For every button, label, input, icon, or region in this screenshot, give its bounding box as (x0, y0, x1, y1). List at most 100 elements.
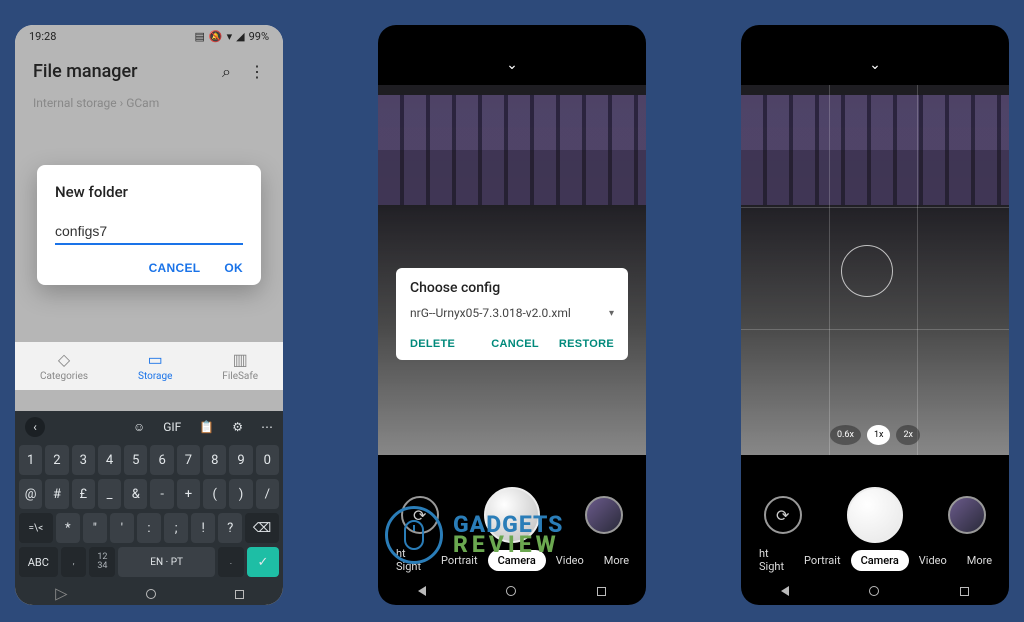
key-7[interactable]: 7 (177, 445, 200, 475)
config-dropdown[interactable]: nrG--Urnyx05-7.3.018-v2.0.xml ▾ (410, 302, 614, 330)
dialog-title: New folder (55, 183, 243, 201)
mode-nightsight[interactable]: ht Sight (749, 543, 794, 577)
key-:[interactable]: : (137, 513, 161, 543)
flip-camera-button[interactable]: ⟳ (764, 496, 802, 534)
keyboard-toolbar: ‹ ☺ GIF 📋 ⚙ ⋯ (15, 411, 283, 443)
chevron-down-icon[interactable]: ⌄ (869, 57, 881, 73)
zoom-wide[interactable]: 0.6x (830, 425, 861, 445)
key-9[interactable]: 9 (229, 445, 252, 475)
key-#[interactable]: # (45, 479, 68, 509)
search-icon[interactable]: ⌕ (222, 62, 231, 82)
key--[interactable]: - (150, 479, 173, 509)
breadcrumb-parent[interactable]: Internal storage (33, 96, 117, 110)
keyboard-row-4: ABC , 12 34 EN · PT . ✓ (15, 545, 283, 579)
key-enter[interactable]: ✓ (247, 547, 279, 577)
shutter-button[interactable] (847, 487, 903, 543)
mode-camera[interactable]: Camera (488, 550, 546, 571)
key-([interactable]: ( (203, 479, 226, 509)
key-5[interactable]: 5 (124, 445, 147, 475)
kb-more-icon[interactable]: ⋯ (261, 420, 273, 434)
key-£[interactable]: £ (72, 479, 95, 509)
restore-button[interactable]: RESTORE (559, 338, 614, 350)
mode-video[interactable]: Video (909, 550, 957, 571)
mode-camera[interactable]: Camera (851, 550, 909, 571)
key-@[interactable]: @ (19, 479, 42, 509)
android-navbar: ▽ (15, 583, 283, 605)
nav-recent-icon[interactable] (960, 587, 969, 596)
breadcrumb-current: GCam (126, 96, 159, 110)
key-space[interactable]: EN · PT (118, 547, 215, 577)
keyboard-row-3: =\< *"':;!? ⌫ (15, 511, 283, 545)
kb-clipboard-icon[interactable]: 📋 (199, 420, 214, 434)
key-)[interactable]: ) (229, 479, 252, 509)
config-dialog-title: Choose config (410, 280, 614, 296)
key-/[interactable]: / (256, 479, 279, 509)
mode-video[interactable]: Video (546, 550, 594, 571)
shutter-button[interactable] (484, 487, 540, 543)
more-icon[interactable]: ⋮ (249, 62, 265, 82)
soft-keyboard[interactable]: ‹ ☺ GIF 📋 ⚙ ⋯ 1234567890 @#£_&-+()/ =\< … (15, 411, 283, 583)
key-period[interactable]: . (218, 547, 244, 577)
key-comma[interactable]: , (61, 547, 87, 577)
nav-recent-icon[interactable] (235, 590, 244, 599)
key-6[interactable]: 6 (150, 445, 173, 475)
mode-nightsight[interactable]: ht Sight (386, 543, 431, 577)
kb-collapse-icon[interactable]: ‹ (25, 417, 45, 437)
focus-indicator[interactable] (841, 245, 893, 297)
breadcrumb[interactable]: Internal storage › GCam (15, 92, 283, 122)
key-backspace[interactable]: ⌫ (245, 513, 279, 543)
kb-sticker-icon[interactable]: ☺ (133, 420, 145, 434)
nav-back-icon[interactable] (781, 586, 789, 596)
key-"[interactable]: " (83, 513, 107, 543)
nav-recent-icon[interactable] (597, 587, 606, 596)
zoom-2x[interactable]: 2x (896, 425, 920, 445)
mode-portrait[interactable]: Portrait (431, 550, 488, 571)
tab-categories[interactable]: ◇ Categories (40, 350, 88, 382)
key-symbols-shift[interactable]: =\< (19, 513, 53, 543)
key-8[interactable]: 8 (203, 445, 226, 475)
key-+[interactable]: + (177, 479, 200, 509)
cancel-button[interactable]: CANCEL (149, 261, 201, 275)
gallery-thumbnail[interactable] (585, 496, 623, 534)
config-cancel-button[interactable]: CANCEL (491, 338, 539, 350)
kb-gif-button[interactable]: GIF (163, 420, 181, 434)
key-*[interactable]: * (56, 513, 80, 543)
key-0[interactable]: 0 (256, 445, 279, 475)
zoom-1x[interactable]: 1x (867, 425, 891, 445)
nav-back-icon[interactable]: ▽ (51, 588, 70, 600)
key-?[interactable]: ? (218, 513, 242, 543)
key-4[interactable]: 4 (98, 445, 121, 475)
key-![interactable]: ! (191, 513, 215, 543)
android-navbar (378, 581, 646, 601)
camera-viewfinder[interactable]: 0.6x 1x 2x (741, 85, 1009, 455)
mode-portrait[interactable]: Portrait (794, 550, 851, 571)
key-'[interactable]: ' (110, 513, 134, 543)
gallery-thumbnail[interactable] (948, 496, 986, 534)
delete-button[interactable]: DELETE (410, 338, 455, 350)
nav-home-icon[interactable] (869, 586, 879, 596)
chevron-down-icon[interactable]: ⌄ (506, 57, 518, 73)
folder-name-input[interactable] (55, 219, 243, 245)
key-&[interactable]: & (124, 479, 147, 509)
flip-camera-button[interactable]: ⟳ (401, 496, 439, 534)
key-abc[interactable]: ABC (19, 547, 58, 577)
mode-more[interactable]: More (957, 550, 1002, 571)
tab-filesafe[interactable]: ▥ FileSafe (222, 350, 258, 382)
key-1[interactable]: 1 (19, 445, 42, 475)
app-title: File manager (33, 61, 138, 82)
key-;[interactable]: ; (164, 513, 188, 543)
key-2[interactable]: 2 (45, 445, 68, 475)
nav-home-icon[interactable] (146, 589, 156, 599)
mode-more[interactable]: More (594, 550, 639, 571)
nav-home-icon[interactable] (506, 586, 516, 596)
ok-button[interactable]: OK (224, 261, 243, 275)
camera-controls: ⟳ (741, 487, 1009, 543)
kb-settings-icon[interactable]: ⚙ (232, 420, 243, 434)
tab-storage[interactable]: ▭ Storage (138, 350, 172, 382)
phone-gcam-live: ⌄ 0.6x 1x 2x ⟳ ht Sight Portrait Camera … (741, 25, 1009, 605)
wifi-icon: ▾ (227, 30, 233, 43)
key-_[interactable]: _ (98, 479, 121, 509)
nav-back-icon[interactable] (418, 586, 426, 596)
key-sub[interactable]: 12 34 (89, 547, 115, 577)
key-3[interactable]: 3 (72, 445, 95, 475)
